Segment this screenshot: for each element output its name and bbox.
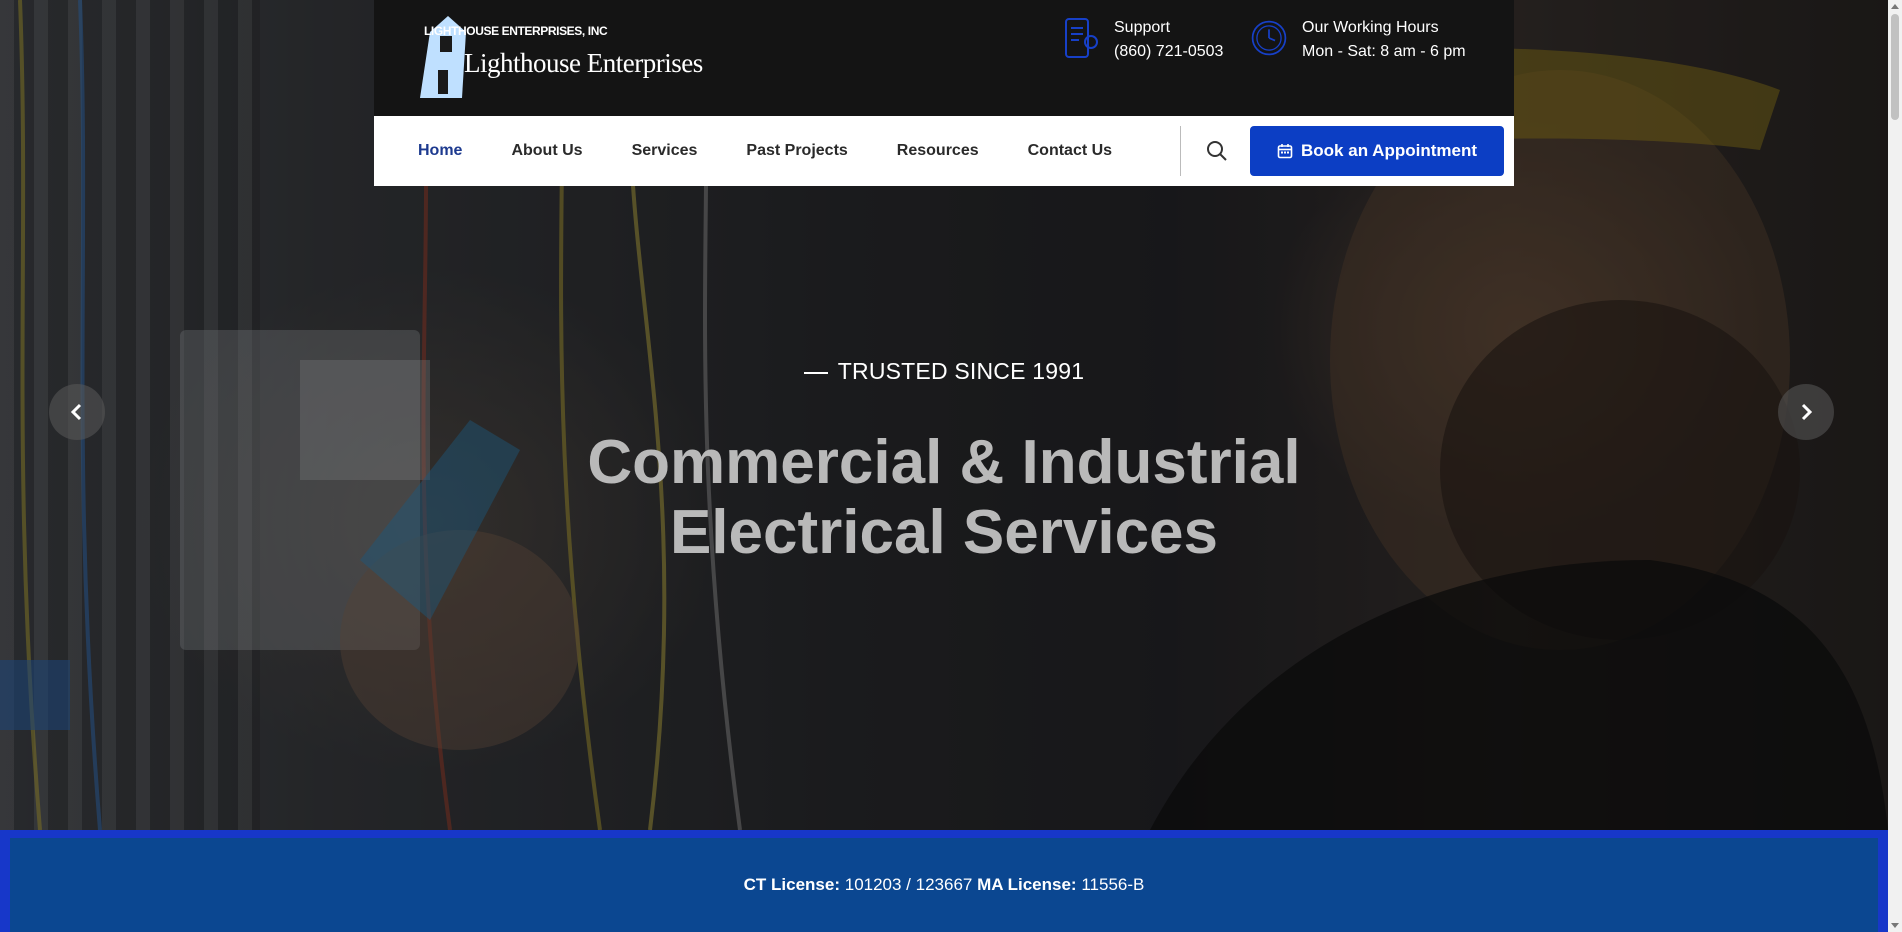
hero-eyebrow: TRUSTED SINCE 1991 [0,358,1888,385]
site-logo[interactable]: LIGHTHOUSE ENTERPRISES, INC Lighthouse E… [418,14,718,100]
license-info: CT License: 101203 / 123667 MA License: … [10,838,1878,932]
hours-label: Our Working Hours [1302,19,1439,36]
support-label: Support [1114,19,1171,36]
nav-item-past-projects[interactable]: Past Projects [746,142,847,160]
search-icon [1207,141,1227,161]
ct-license-label: CT License: [743,875,840,894]
slider-prev-button[interactable] [49,384,105,440]
hero-headline: Commercial & Industrial Electrical Servi… [0,428,1888,568]
support-phone[interactable]: (860) 721-0503 [1114,40,1223,64]
nav-item-contact-us[interactable]: Contact Us [1028,142,1112,160]
clock-icon [1251,20,1287,56]
hero-headline-line-2: Electrical Services [669,498,1219,567]
book-appointment-button[interactable]: Book an Appointment [1250,126,1504,176]
main-navigation: Home About Us Services Past Projects Res… [374,116,1514,186]
license-bar: CT License: 101203 / 123667 MA License: … [0,830,1888,932]
working-hours: Our Working Hours Mon - Sat: 8 am - 6 pm [1250,16,1466,64]
ma-license-value: 11556-B [1081,875,1145,894]
scroll-down-icon[interactable] [1891,923,1899,928]
logo-title: Lighthouse Enterprises [464,48,703,78]
nav-divider [1180,126,1181,176]
support-contact[interactable]: Support (860) 721-0503 [1062,16,1223,64]
chevron-right-icon [1801,403,1813,421]
eyebrow-dash [803,371,828,374]
chevron-left-icon [70,403,82,421]
nav-item-services[interactable]: Services [632,142,698,160]
calendar-icon [1277,144,1293,159]
nav-item-about-us[interactable]: About Us [511,142,582,160]
nav-item-home[interactable]: Home [418,142,462,160]
hero-eyebrow-text: TRUSTED SINCE 1991 [837,358,1085,384]
book-appointment-label: Book an Appointment [1301,141,1477,160]
ma-license-label: MA License: [977,875,1077,894]
slider-next-button[interactable] [1778,384,1834,440]
page-scrollbar[interactable] [1888,0,1902,932]
nav-item-resources[interactable]: Resources [897,142,979,160]
logo-subtitle: LIGHTHOUSE ENTERPRISES, INC [424,24,608,38]
hours-value: Mon - Sat: 8 am - 6 pm [1302,43,1466,60]
phone-support-icon [1065,18,1098,58]
hero-headline-line-1: Commercial & Industrial [587,428,1301,497]
scroll-up-icon[interactable] [1891,4,1899,9]
search-button[interactable] [1200,134,1234,168]
nav-links: Home About Us Services Past Projects Res… [418,116,1161,186]
scrollbar-thumb[interactable] [1891,14,1899,120]
ct-license-value: 101203 / 123667 [844,875,973,894]
